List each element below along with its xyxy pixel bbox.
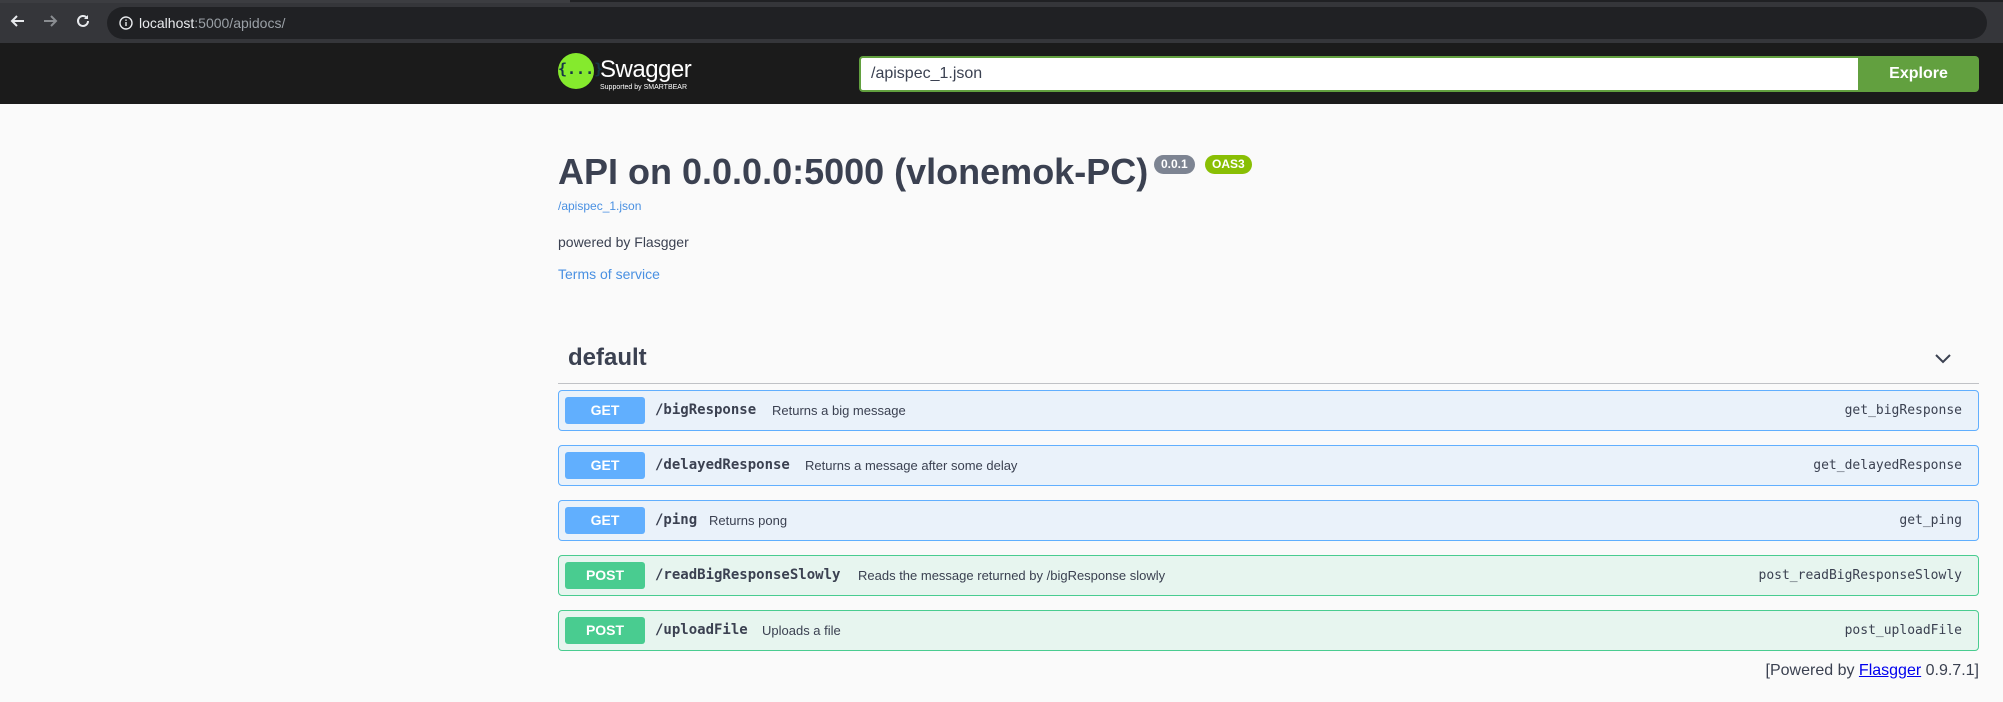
operation-id: post_readBigResponseSlowly	[1758, 568, 1963, 583]
tab-strip	[0, 0, 570, 3]
operation-summary: Returns a message after some delay	[805, 458, 1018, 473]
address-bar[interactable]: localhost:5000/apidocs/	[107, 7, 1987, 39]
operation-get-ping[interactable]: GET /ping Returns pong get_ping	[558, 500, 1979, 541]
logo-glyph: {...}	[558, 60, 604, 78]
method-badge: POST	[565, 562, 645, 589]
operation-summary: Reads the message returned by /bigRespon…	[858, 568, 1166, 583]
back-icon[interactable]	[8, 12, 28, 32]
forward-icon[interactable]	[40, 12, 60, 32]
operation-get-bigResponse[interactable]: GET /bigResponse Returns a big message g…	[558, 390, 1979, 431]
operation-id: post_uploadFile	[1844, 623, 1962, 638]
operation-post-readBigResponseSlowly[interactable]: POST /readBigResponseSlowly Reads the me…	[558, 555, 1979, 596]
powered-by-footer: [Powered by Flasgger 0.9.7.1]	[1766, 662, 1979, 680]
tag-section-default[interactable]: default	[558, 334, 1979, 384]
terms-of-service-link[interactable]: Terms of service	[558, 266, 660, 282]
operation-summary: Uploads a file	[762, 623, 841, 638]
chevron-down-icon[interactable]	[1933, 348, 1953, 368]
operation-get-delayedResponse[interactable]: GET /delayedResponse Returns a message a…	[558, 445, 1979, 486]
spec-url-input[interactable]	[859, 56, 1858, 92]
operation-summary: Returns pong	[709, 513, 788, 528]
operation-path: /bigResponse	[655, 402, 757, 418]
operation-id: get_delayedResponse	[1813, 458, 1962, 473]
oas-badge: OAS3	[1205, 155, 1252, 174]
url-path: :5000/apidocs/	[194, 15, 286, 31]
site-info-icon[interactable]	[119, 16, 133, 30]
tag-name: default	[568, 344, 647, 371]
operation-summary: Returns a big message	[772, 403, 906, 418]
operation-post-uploadFile[interactable]: POST /uploadFile Uploads a file post_upl…	[558, 610, 1979, 651]
operation-path: /delayedResponse	[655, 457, 790, 473]
url-text: localhost:5000/apidocs/	[139, 15, 285, 31]
swagger-logo-icon: {...}	[558, 53, 604, 89]
operation-path: /ping	[655, 512, 698, 528]
method-badge: GET	[565, 507, 645, 534]
page-title: API on 0.0.0.0:5000 (vlonemok-PC)	[558, 151, 1149, 192]
browser-toolbar: localhost:5000/apidocs/	[0, 0, 2003, 43]
operation-path: /readBigResponseSlowly	[655, 567, 841, 583]
version-badge: 0.0.1	[1154, 155, 1195, 174]
reload-icon[interactable]	[73, 12, 93, 32]
footer-suffix: 0.9.7.1]	[1921, 662, 1979, 679]
explore-button[interactable]: Explore	[1858, 56, 1979, 92]
swagger-logo[interactable]: {...} Swagger Supported by SMARTBEAR	[558, 53, 708, 95]
operation-path: /uploadFile	[655, 622, 748, 638]
flasgger-link[interactable]: Flasgger	[1859, 662, 1921, 679]
url-host: localhost	[139, 15, 195, 31]
operation-id: get_bigResponse	[1844, 403, 1962, 418]
api-description: powered by Flasgger	[558, 234, 689, 250]
operation-id: get_ping	[1899, 513, 1962, 528]
method-badge: GET	[565, 452, 645, 479]
footer-prefix: [Powered by	[1765, 662, 1859, 679]
swagger-topbar: {...} Swagger Supported by SMARTBEAR Exp…	[0, 43, 2003, 104]
spec-link[interactable]: /apispec_1.json	[558, 199, 641, 213]
logo-subtitle: Supported by SMARTBEAR	[600, 84, 688, 91]
method-badge: GET	[565, 397, 645, 424]
logo-wordmark: Swagger	[600, 56, 692, 83]
method-badge: POST	[565, 617, 645, 644]
